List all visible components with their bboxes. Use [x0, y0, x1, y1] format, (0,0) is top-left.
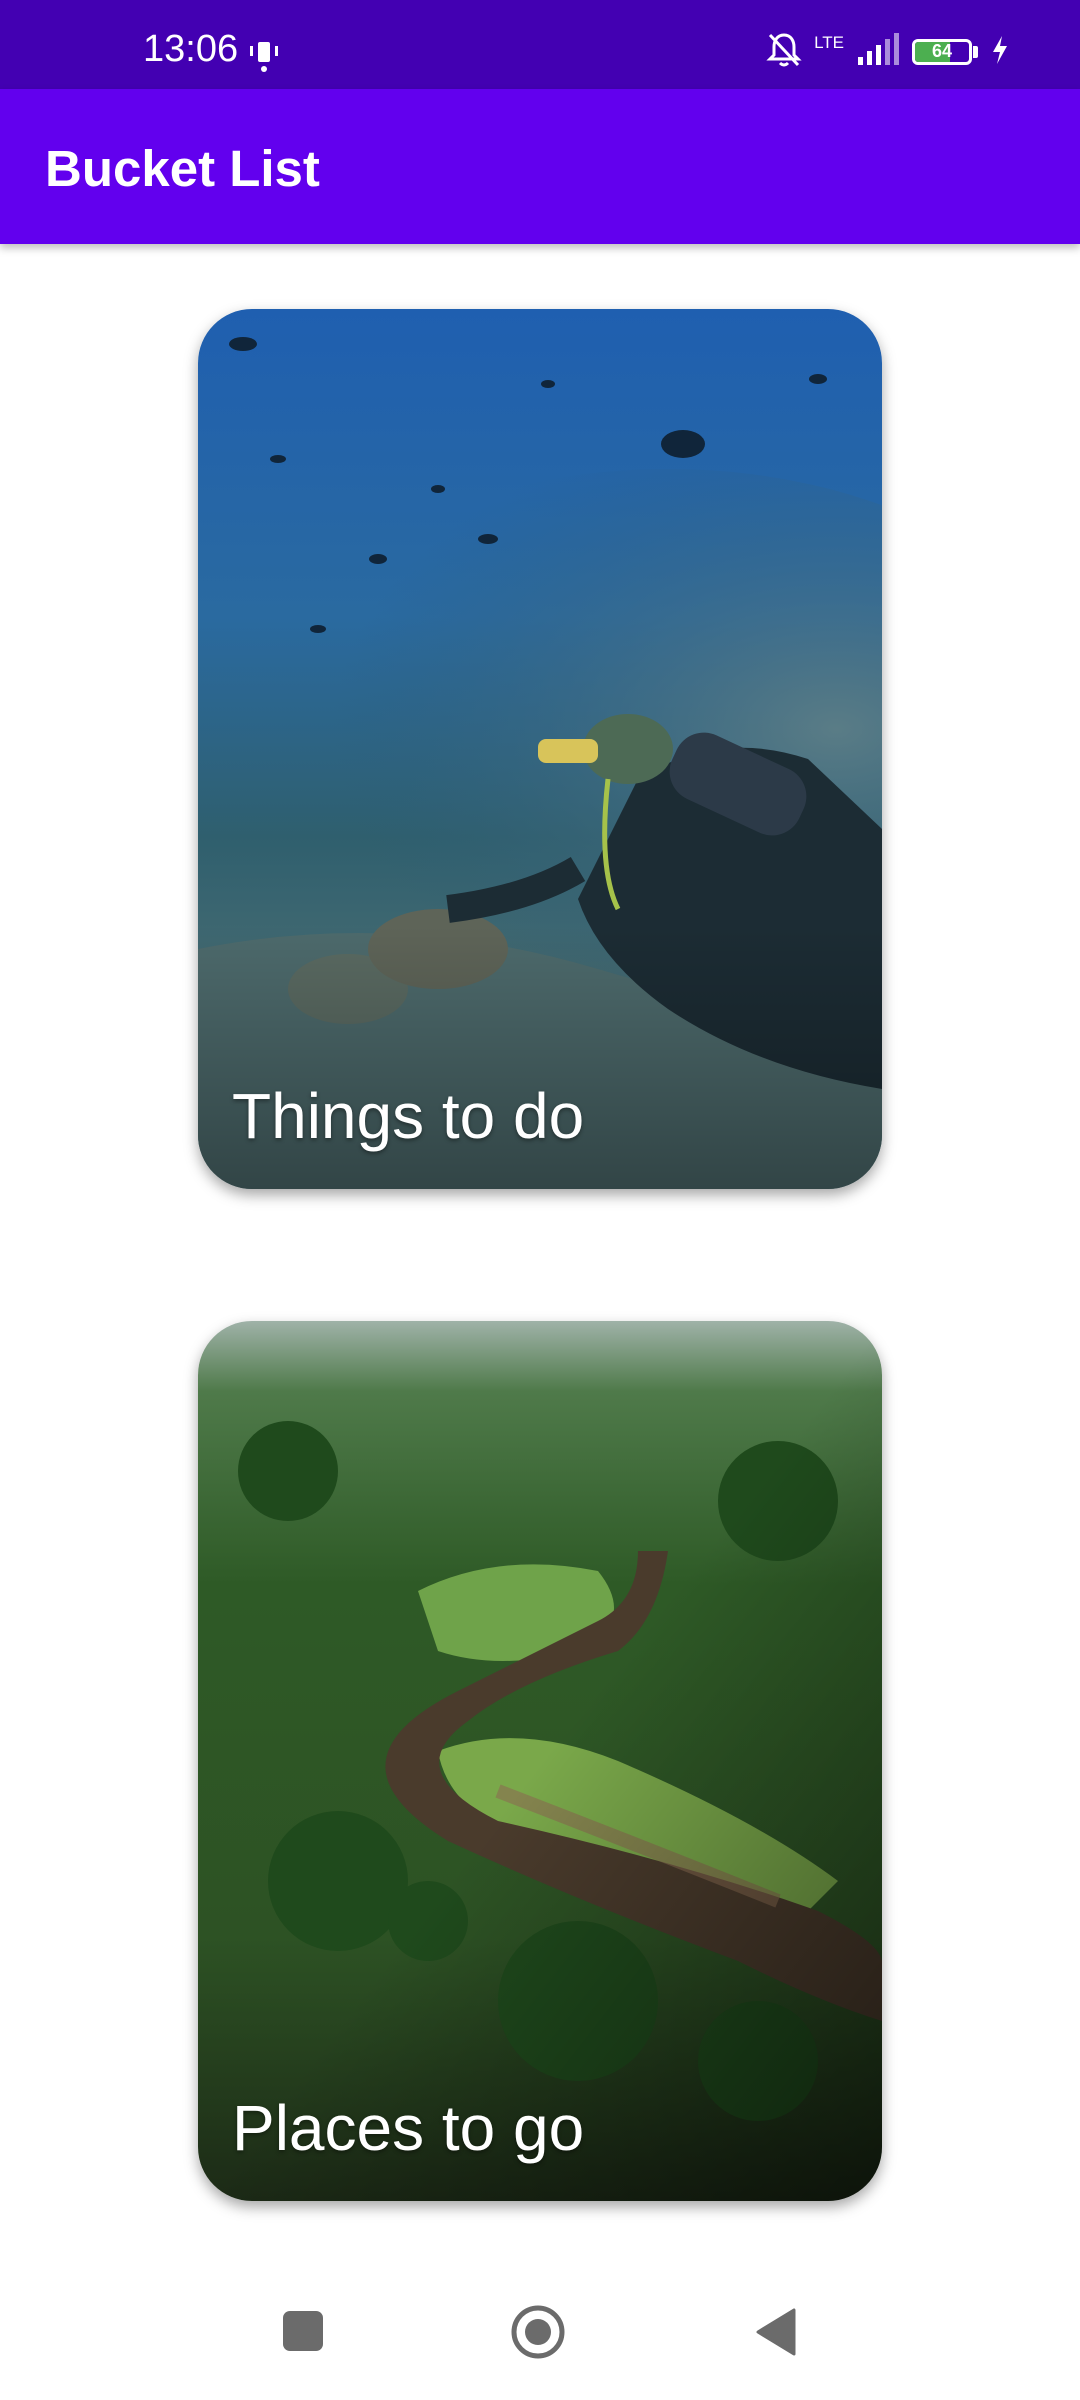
recents-square-icon[interactable] [282, 2310, 324, 2356]
card-label: Things to do [232, 1080, 585, 1152]
forest-river-image [198, 1321, 882, 2201]
battery-percentage: 64 [931, 41, 953, 61]
battery-icon: 64 [912, 39, 972, 65]
status-indicators: LTE 64 [766, 32, 1010, 72]
vibrate-icon [248, 38, 280, 78]
status-bar: 13:06 LTE 64 [0, 0, 1080, 89]
places-to-go-card[interactable]: Places to go [198, 1321, 882, 2201]
app-title: Bucket List [45, 140, 320, 197]
home-circle-icon[interactable] [510, 2304, 566, 2364]
mute-bell-icon [766, 31, 802, 73]
back-triangle-icon[interactable] [754, 2308, 796, 2360]
things-to-do-card[interactable]: Things to do [198, 309, 882, 1189]
network-type: LTE [814, 32, 844, 52]
charging-icon [990, 34, 1010, 70]
scuba-diver-image [198, 309, 882, 1189]
status-time: 13:06 [143, 28, 239, 70]
navigation-bar [0, 2280, 1080, 2386]
signal-icon [856, 33, 900, 71]
card-label: Places to go [232, 2092, 585, 2164]
app-bar: Bucket List [0, 89, 1080, 244]
